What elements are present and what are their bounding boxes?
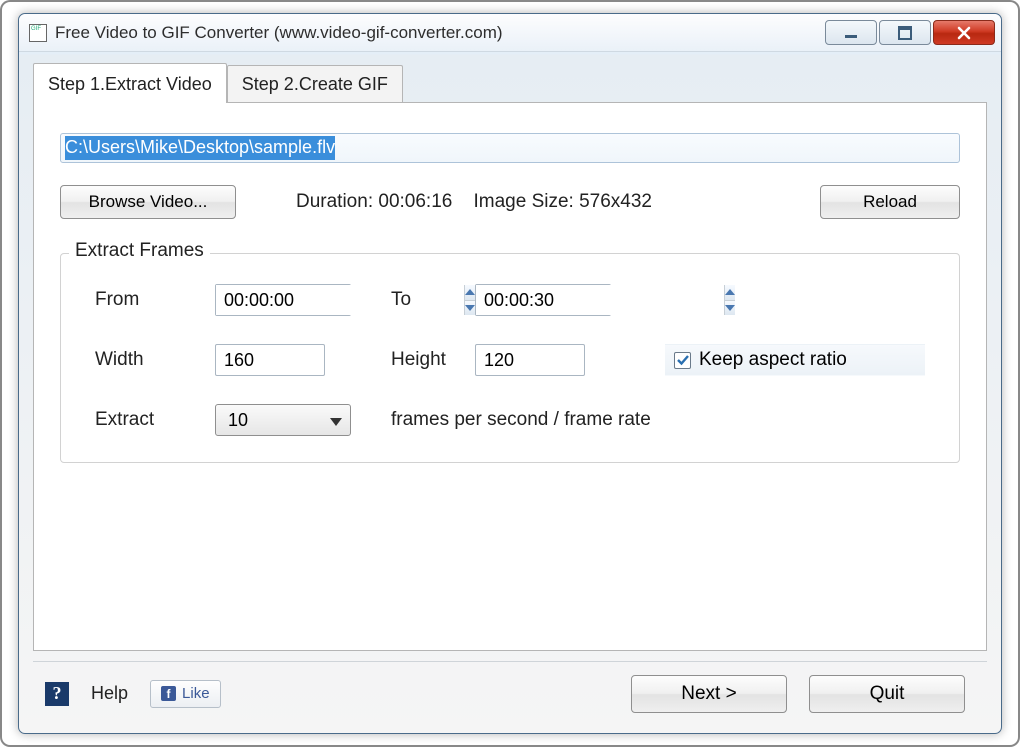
keep-aspect-ratio-label: Keep aspect ratio (699, 349, 847, 371)
chevron-down-icon (330, 410, 342, 431)
tab-step2[interactable]: Step 2.Create GIF (227, 65, 403, 103)
facebook-icon: f (161, 686, 176, 701)
close-icon (956, 25, 972, 41)
title-bar[interactable]: Free Video to GIF Converter (www.video-g… (19, 14, 1001, 52)
client-area: Step 1.Extract Video Step 2.Create GIF C… (33, 62, 987, 725)
to-spin-buttons (724, 285, 735, 315)
to-spin-up[interactable] (725, 285, 735, 300)
browse-video-button[interactable]: Browse Video... (60, 185, 236, 219)
app-window: Free Video to GIF Converter (www.video-g… (18, 13, 1002, 734)
to-spin-down[interactable] (725, 300, 735, 316)
like-label: Like (182, 685, 210, 702)
quit-button[interactable]: Quit (809, 675, 965, 713)
browse-row: Browse Video... Duration: 00:06:16 Image… (60, 185, 960, 219)
maximize-icon (898, 26, 912, 40)
tab-strip: Step 1.Extract Video Step 2.Create GIF (33, 62, 987, 102)
width-input[interactable] (215, 344, 325, 376)
image-size-value: 576x432 (579, 191, 652, 212)
duration-label: Duration: (296, 191, 373, 212)
app-icon (29, 24, 47, 42)
keep-aspect-ratio-checkbox[interactable]: Keep aspect ratio (665, 344, 925, 376)
fieldset-legend: Extract Frames (69, 240, 210, 262)
width-label: Width (95, 349, 215, 371)
chevron-down-icon (725, 305, 735, 311)
help-icon[interactable]: ? (45, 682, 69, 706)
extract-grid: From To (95, 284, 925, 436)
tab-step1[interactable]: Step 1.Extract Video (33, 63, 227, 103)
window-title: Free Video to GIF Converter (www.video-g… (55, 23, 503, 43)
checkbox-box (674, 352, 691, 369)
framerate-value: 10 (228, 410, 248, 431)
duration-info: Duration: 00:06:16 Image Size: 576x432 (296, 191, 652, 213)
height-input[interactable] (475, 344, 585, 376)
duration-value: 00:06:16 (378, 191, 452, 212)
footer-bar: ? Help f Like Next > Quit (33, 661, 987, 725)
maximize-button[interactable] (879, 20, 931, 45)
close-button[interactable] (933, 20, 995, 45)
checkmark-icon (677, 354, 689, 366)
tab-panel: C:\Users\Mike\Desktop\sample.flv Browse … (33, 102, 987, 651)
from-time-spinner[interactable] (215, 284, 351, 316)
reload-button[interactable]: Reload (820, 185, 960, 219)
height-label: Height (365, 349, 475, 371)
from-label: From (95, 289, 215, 311)
chevron-up-icon (725, 289, 735, 295)
extract-frames-fieldset: Extract Frames From To (60, 253, 960, 463)
minimize-button[interactable] (825, 20, 877, 45)
minimize-icon (844, 26, 858, 40)
framerate-description: frames per second / frame rate (365, 409, 925, 431)
facebook-like-button[interactable]: f Like (150, 680, 221, 708)
to-time-input[interactable] (476, 285, 724, 315)
image-size-label: Image Size: (473, 191, 573, 212)
framerate-select[interactable]: 10 (215, 404, 351, 436)
next-button[interactable]: Next > (631, 675, 787, 713)
to-time-spinner[interactable] (475, 284, 611, 316)
window-controls (825, 20, 995, 45)
help-link[interactable]: Help (91, 683, 128, 704)
video-path-selection: C:\Users\Mike\Desktop\sample.flv (65, 136, 335, 160)
extract-label: Extract (95, 409, 215, 431)
to-label: To (365, 289, 475, 311)
video-path-input[interactable]: C:\Users\Mike\Desktop\sample.flv (60, 133, 960, 163)
